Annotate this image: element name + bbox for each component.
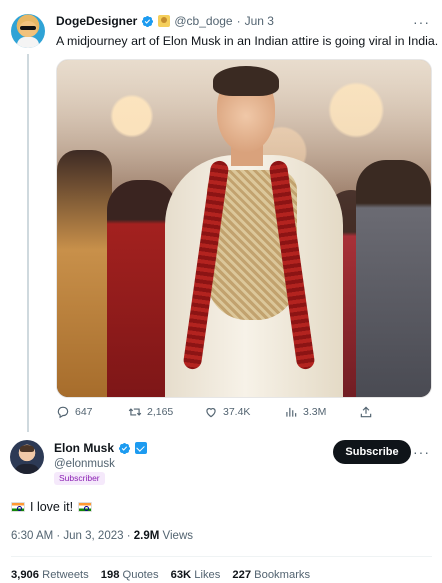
bookmarks-label: Bookmarks xyxy=(254,569,311,581)
divider xyxy=(11,556,432,557)
like-button[interactable]: 37.4K xyxy=(204,405,250,419)
main-tweet-text-body: I love it! xyxy=(30,500,74,514)
avatar-elonmusk[interactable] xyxy=(10,440,44,474)
author-handle[interactable]: @cb_doge xyxy=(174,14,232,28)
quotes-count: 198 xyxy=(100,569,120,581)
quotes-label: Quotes xyxy=(122,569,159,581)
avatar-dogedesigner[interactable] xyxy=(11,14,45,48)
verified-badge-icon xyxy=(118,442,131,454)
tweet-header: DogeDesigner @cb_doge · Jun 3 xyxy=(56,14,274,28)
main-tweet-header: Elon Musk xyxy=(54,441,148,455)
main-tweet-text: I love it! xyxy=(11,500,93,514)
tweet-date[interactable]: Jun 3 xyxy=(245,14,274,28)
reply-icon xyxy=(57,406,69,419)
more-options-icon[interactable]: ··· xyxy=(413,14,430,30)
retweets-label: Retweets xyxy=(42,569,89,581)
views-button[interactable]: 3.3M xyxy=(284,405,326,419)
analytics-icon xyxy=(286,407,297,417)
more-options-icon[interactable]: ··· xyxy=(413,444,430,460)
tweet-timestamp-row: 6:30 AM · Jun 3, 2023 · 2.9M Views xyxy=(11,530,193,542)
quotes-stat[interactable]: 198 Quotes xyxy=(101,569,159,581)
heart-icon xyxy=(206,408,216,418)
tweet-image[interactable] xyxy=(56,59,432,398)
separator-dot: · xyxy=(236,14,241,28)
tweet-timestamp[interactable]: 6:30 AM · Jun 3, 2023 · xyxy=(11,530,131,542)
tweet-text: A midjourney art of Elon Musk in an Indi… xyxy=(56,33,442,49)
affiliate-badge-icon xyxy=(158,15,171,27)
subscriber-label: Subscriber xyxy=(54,472,105,485)
author-display-name[interactable]: Elon Musk xyxy=(54,441,114,455)
bookmarks-stat[interactable]: 227 Bookmarks xyxy=(232,569,310,581)
bookmarks-count: 227 xyxy=(232,569,252,581)
retweets-count: 3,906 xyxy=(11,569,39,581)
retweet-icon xyxy=(128,408,142,416)
views-label: Views xyxy=(162,530,193,542)
affiliate-badge-icon xyxy=(135,442,148,454)
engagement-stats: 3,906 Retweets 198 Quotes 63K Likes 227 … xyxy=(11,569,310,581)
tweet-action-bar: 647 2,165 37.4K 3.3M xyxy=(56,405,376,423)
india-flag-icon xyxy=(11,502,25,512)
retweet-button[interactable]: 2,165 xyxy=(128,405,173,419)
author-handle[interactable]: @elonmusk xyxy=(54,458,115,470)
india-flag-icon xyxy=(78,502,93,512)
thread-connector-line xyxy=(27,54,29,432)
tweet-text-body: A midjourney art of Elon Musk in an Indi… xyxy=(56,34,439,48)
author-display-name[interactable]: DogeDesigner xyxy=(56,14,137,28)
likes-label: Likes xyxy=(194,569,221,581)
share-icon xyxy=(360,406,372,418)
views-count: 3.3M xyxy=(303,406,327,418)
verified-badge-icon xyxy=(142,15,154,27)
views-count: 2.9M xyxy=(133,530,160,542)
likes-count: 63K xyxy=(170,569,192,581)
reply-button[interactable]: 647 xyxy=(56,405,93,419)
retweet-count: 2,165 xyxy=(147,406,174,418)
retweets-stat[interactable]: 3,906 Retweets xyxy=(11,569,89,581)
reply-count: 647 xyxy=(75,406,93,418)
like-count: 37.4K xyxy=(223,406,251,418)
share-button[interactable] xyxy=(359,405,373,419)
subscribe-button[interactable]: Subscribe xyxy=(333,440,411,464)
likes-stat[interactable]: 63K Likes xyxy=(171,569,221,581)
